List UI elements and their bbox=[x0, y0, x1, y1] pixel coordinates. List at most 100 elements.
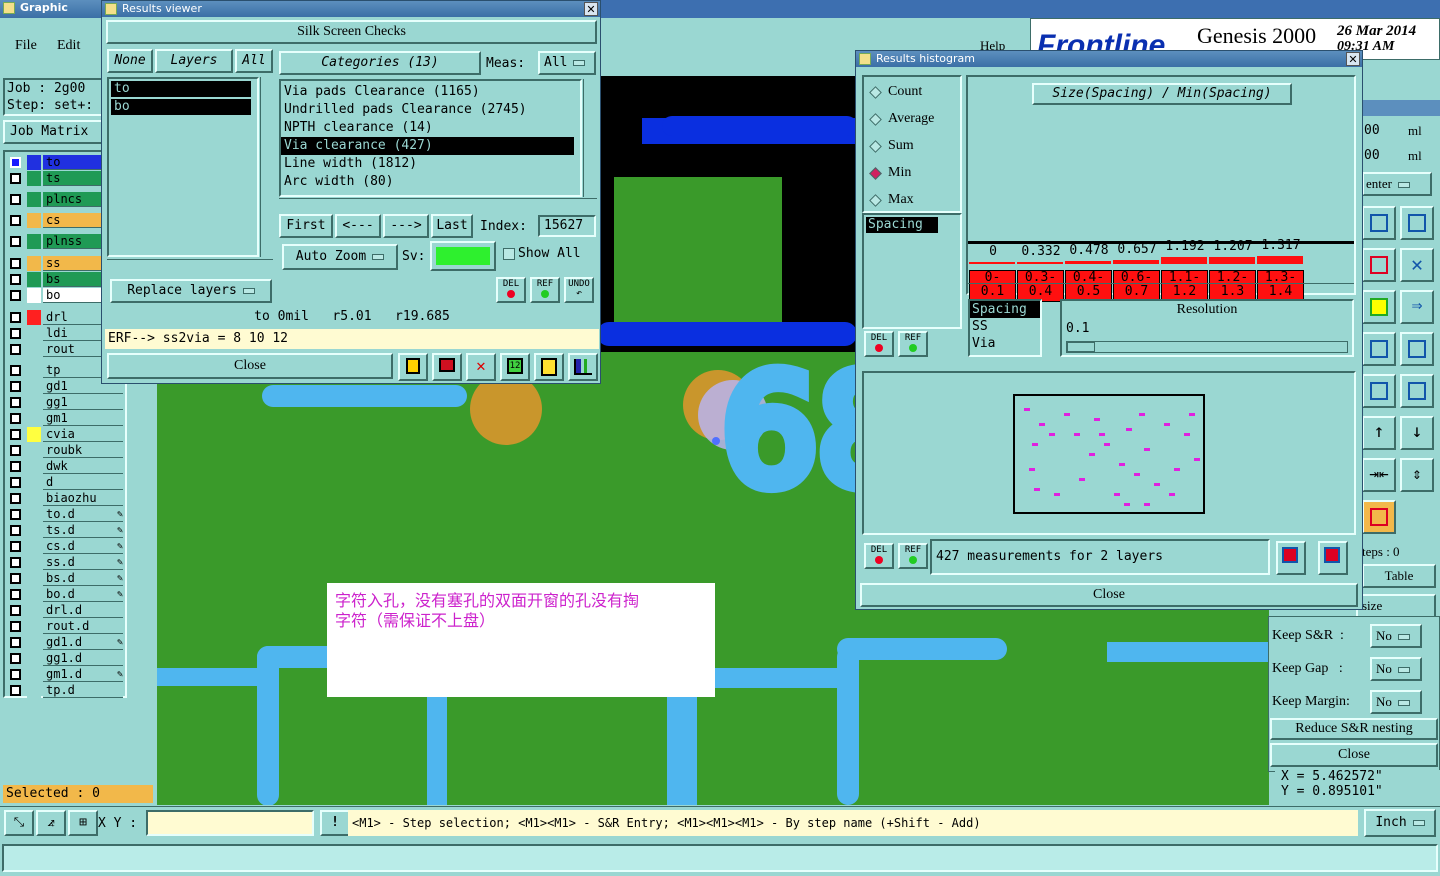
layer-name[interactable]: ts.d bbox=[43, 523, 123, 538]
layer-row-bo-d[interactable]: bo.d ✎ bbox=[7, 587, 123, 602]
layer-color-swatch[interactable] bbox=[27, 443, 41, 458]
category-vscroll[interactable] bbox=[583, 79, 597, 197]
layer-color-swatch[interactable] bbox=[27, 272, 41, 287]
layer-checkbox[interactable] bbox=[10, 312, 21, 323]
layer-name[interactable]: cvia bbox=[43, 427, 123, 442]
zoom-icon-1[interactable] bbox=[1276, 541, 1306, 575]
preview-del-icon[interactable]: DEL bbox=[864, 543, 894, 569]
last-button[interactable]: Last bbox=[431, 214, 473, 238]
layer-checkbox[interactable] bbox=[10, 589, 21, 600]
resolution-slider[interactable] bbox=[1066, 341, 1348, 353]
hist-del-icon[interactable]: DEL bbox=[864, 331, 894, 357]
blocks-icon-1[interactable] bbox=[1362, 332, 1396, 366]
radio-diamond-icon[interactable] bbox=[869, 113, 882, 126]
layer-checkbox[interactable] bbox=[10, 525, 21, 536]
size-button[interactable]: size bbox=[1356, 594, 1436, 618]
layer-name[interactable]: ss.d bbox=[43, 555, 123, 570]
snap-tool-icon[interactable]: ⊞ bbox=[68, 810, 98, 836]
mode-radio-count[interactable]: Count bbox=[868, 82, 958, 102]
red-layer-icon[interactable] bbox=[1362, 248, 1396, 282]
layer-checkbox[interactable] bbox=[10, 236, 21, 247]
rv-tool-icon-4[interactable]: 12 bbox=[500, 353, 530, 381]
layer-checkbox[interactable] bbox=[10, 605, 21, 616]
layer-name[interactable]: to.d bbox=[43, 507, 123, 522]
layer-color-swatch[interactable] bbox=[27, 288, 41, 303]
grid-icon-2[interactable] bbox=[1400, 206, 1434, 240]
replace-layers-button[interactable]: Replace layers bbox=[110, 279, 272, 303]
close-icon[interactable]: ✕ bbox=[1346, 52, 1360, 66]
rv-tool-icon-5[interactable] bbox=[534, 353, 564, 381]
layer-checkbox[interactable] bbox=[10, 493, 21, 504]
layer-color-swatch[interactable] bbox=[27, 459, 41, 474]
layer-color-swatch[interactable] bbox=[27, 635, 41, 650]
rv-tool-icon-2[interactable] bbox=[432, 353, 462, 381]
layer-row-ts-d[interactable]: ts.d ✎ bbox=[7, 523, 123, 538]
next-button[interactable]: ---> bbox=[383, 214, 429, 238]
layer-row-roubk[interactable]: roubk bbox=[7, 443, 123, 458]
rv-layer-item[interactable]: bo bbox=[111, 99, 251, 115]
preview-ref-icon[interactable]: REF bbox=[898, 543, 928, 569]
layer-name[interactable]: drl.d bbox=[43, 603, 123, 618]
hist-ref-icon[interactable]: REF bbox=[898, 331, 928, 357]
layer-checkbox[interactable] bbox=[10, 541, 21, 552]
layer-name[interactable]: gg1 bbox=[43, 395, 123, 410]
layer-row-dwk[interactable]: dwk bbox=[7, 459, 123, 474]
layer-color-swatch[interactable] bbox=[27, 395, 41, 410]
radio-diamond-icon[interactable] bbox=[869, 140, 882, 153]
categories-button[interactable]: Categories (13) bbox=[279, 51, 481, 75]
rv-layer-vscroll[interactable] bbox=[260, 77, 274, 257]
layers-none-button[interactable]: None bbox=[107, 49, 153, 73]
layer-checkbox[interactable] bbox=[10, 685, 21, 696]
layer-color-swatch[interactable] bbox=[27, 555, 41, 570]
spacing-list-2-item[interactable]: SS bbox=[970, 318, 1040, 335]
meas-dropdown[interactable]: All bbox=[538, 51, 596, 75]
category-item[interactable]: Arc width (80) bbox=[281, 173, 574, 191]
rv-layer-list[interactable]: to bo bbox=[107, 77, 259, 257]
layer-checkbox[interactable] bbox=[10, 173, 21, 184]
layer-color-swatch[interactable] bbox=[27, 683, 41, 698]
layers-all-button[interactable]: All bbox=[235, 49, 273, 73]
layer-name[interactable]: bs.d bbox=[43, 571, 123, 586]
reduce-nesting-button[interactable]: Reduce S&R nesting bbox=[1270, 718, 1438, 740]
measure-tool-icon[interactable]: ⦨ bbox=[36, 810, 66, 836]
layer-color-swatch[interactable] bbox=[27, 379, 41, 394]
layer-color-swatch[interactable] bbox=[27, 491, 41, 506]
histogram-bar[interactable] bbox=[1209, 257, 1255, 264]
mode-radio-average[interactable]: Average bbox=[868, 109, 958, 129]
category-item[interactable]: Undrilled pads Clearance (2745) bbox=[281, 101, 574, 119]
prev-button[interactable]: <--- bbox=[335, 214, 381, 238]
layer-name[interactable]: roubk bbox=[43, 443, 123, 458]
job-matrix-button[interactable]: Job Matrix bbox=[3, 120, 103, 144]
category-item[interactable]: Line width (1812) bbox=[281, 155, 574, 173]
layer-checkbox[interactable] bbox=[10, 429, 21, 440]
layer-color-swatch[interactable] bbox=[27, 571, 41, 586]
mode-radio-max[interactable]: Max bbox=[868, 190, 958, 210]
layer-checkbox[interactable] bbox=[10, 573, 21, 584]
arrow-right-icon[interactable]: ⇒ bbox=[1400, 290, 1434, 324]
grid-icon-1[interactable] bbox=[1362, 206, 1396, 240]
chart-icon[interactable] bbox=[568, 353, 598, 381]
undo-icon[interactable]: UNDO ↶ bbox=[564, 277, 594, 303]
nesting-close-button[interactable]: Close bbox=[1270, 743, 1438, 767]
layer-checkbox[interactable] bbox=[10, 258, 21, 269]
layer-checkbox[interactable] bbox=[10, 637, 21, 648]
layer-color-swatch[interactable] bbox=[27, 155, 41, 170]
histogram-bar[interactable] bbox=[1161, 257, 1207, 264]
layer-color-swatch[interactable] bbox=[27, 171, 41, 186]
menu-file[interactable]: File bbox=[15, 38, 37, 54]
xy-input[interactable] bbox=[146, 810, 314, 836]
del-icon[interactable]: DEL bbox=[496, 277, 526, 303]
menu-edit[interactable]: Edit bbox=[57, 38, 80, 54]
layer-color-swatch[interactable] bbox=[27, 587, 41, 602]
blocks-icon-4[interactable] bbox=[1400, 374, 1434, 408]
layer-name[interactable]: gm1.d bbox=[43, 667, 123, 682]
layer-color-swatch[interactable] bbox=[27, 539, 41, 554]
green-layer-icon[interactable] bbox=[1362, 290, 1396, 324]
show-all-checkbox[interactable] bbox=[503, 248, 515, 260]
layer-checkbox[interactable] bbox=[10, 653, 21, 664]
histogram-bar[interactable] bbox=[1065, 261, 1111, 264]
cross-icon[interactable]: ✕ bbox=[1400, 248, 1434, 282]
layer-color-swatch[interactable] bbox=[27, 475, 41, 490]
layer-color-swatch[interactable] bbox=[27, 192, 41, 207]
category-item[interactable]: Via pads Clearance (1165) bbox=[281, 83, 574, 101]
